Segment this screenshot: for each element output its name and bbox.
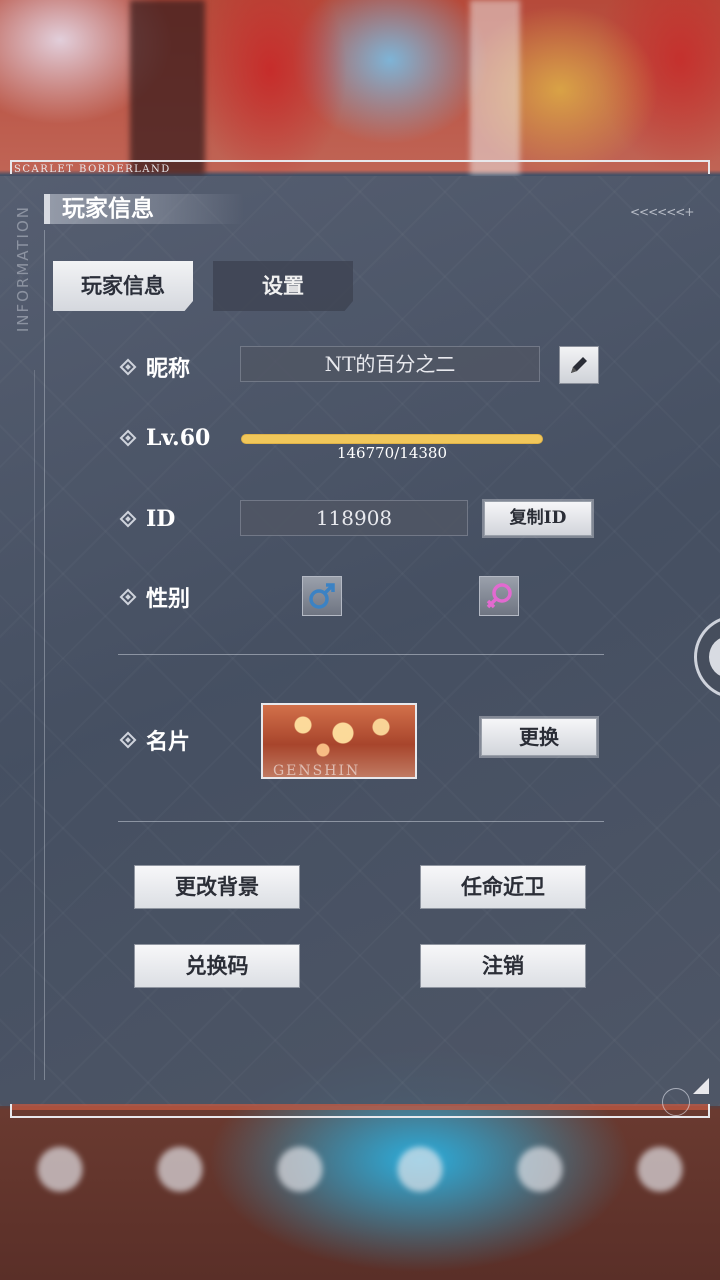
nav-icon — [385, 1136, 455, 1231]
tab-player-info[interactable]: 玩家信息 — [53, 261, 193, 311]
appoint-guard-button[interactable]: 任命近卫 — [420, 865, 586, 909]
gender-row-label: 性别 — [119, 581, 191, 613]
level-row-label: Lv.60 — [119, 425, 211, 451]
change-card-button[interactable]: 更换 — [481, 718, 597, 756]
logout-button[interactable]: 注销 — [420, 944, 586, 988]
player-id-field: 118908 — [240, 500, 468, 536]
copy-id-button[interactable]: 复制ID — [484, 501, 592, 536]
card-thumb-text: GENSHIN — [273, 763, 361, 779]
player-info-panel — [0, 176, 720, 1106]
nav-icon — [625, 1136, 695, 1231]
edit-nickname-button[interactable] — [559, 346, 599, 384]
male-symbol-icon — [309, 583, 335, 609]
nav-icon — [145, 1136, 215, 1231]
side-label: INFORMATION — [14, 205, 32, 333]
card-row-label: 名片 — [119, 724, 191, 756]
change-background-button[interactable]: 更改背景 — [134, 865, 300, 909]
nav-icon — [25, 1136, 95, 1231]
id-row-label: ID — [119, 506, 176, 532]
brand-text: SCARLET BORDERLAND — [14, 164, 171, 175]
decor-line — [34, 370, 35, 1080]
exp-progress-bar — [241, 434, 543, 444]
divider — [118, 654, 604, 655]
nav-icon — [505, 1136, 575, 1231]
nav-icon — [265, 1136, 335, 1231]
diamond-bullet-icon — [119, 510, 137, 528]
redeem-code-button[interactable]: 兑换码 — [134, 944, 300, 988]
card-label: 名片 — [146, 729, 191, 755]
pencil-icon — [571, 357, 587, 373]
frame-bottom-line — [10, 1104, 710, 1118]
diamond-bullet-icon — [119, 731, 137, 749]
corner-circle-icon — [662, 1088, 690, 1116]
name-card-thumbnail: GENSHIN — [261, 703, 417, 779]
page-title: 玩家信息 — [44, 194, 244, 224]
background-scene — [0, 0, 720, 175]
id-label: ID — [146, 506, 176, 532]
nickname-label: 昵称 — [146, 356, 191, 382]
decor-chevrons: <<<<<<+ — [630, 205, 694, 219]
divider — [118, 821, 604, 822]
diamond-bullet-icon — [119, 429, 137, 447]
decor-line — [44, 230, 45, 1080]
frame-top-line — [10, 160, 710, 174]
corner-triangle-icon — [693, 1078, 709, 1094]
bottom-nav-blurred — [0, 1118, 720, 1280]
tab-settings[interactable]: 设置 — [213, 261, 353, 311]
exp-text: 146770/14380 — [336, 444, 448, 462]
level-label: Lv.60 — [146, 425, 211, 451]
gender-male-button[interactable] — [302, 576, 342, 616]
diamond-bullet-icon — [119, 588, 137, 606]
nickname-row-label: 昵称 — [119, 351, 191, 383]
female-symbol-icon — [486, 583, 512, 609]
diamond-bullet-icon — [119, 358, 137, 376]
gender-female-button[interactable] — [479, 576, 519, 616]
nickname-field: NT的百分之二 — [240, 346, 540, 382]
gender-label: 性别 — [146, 586, 191, 612]
